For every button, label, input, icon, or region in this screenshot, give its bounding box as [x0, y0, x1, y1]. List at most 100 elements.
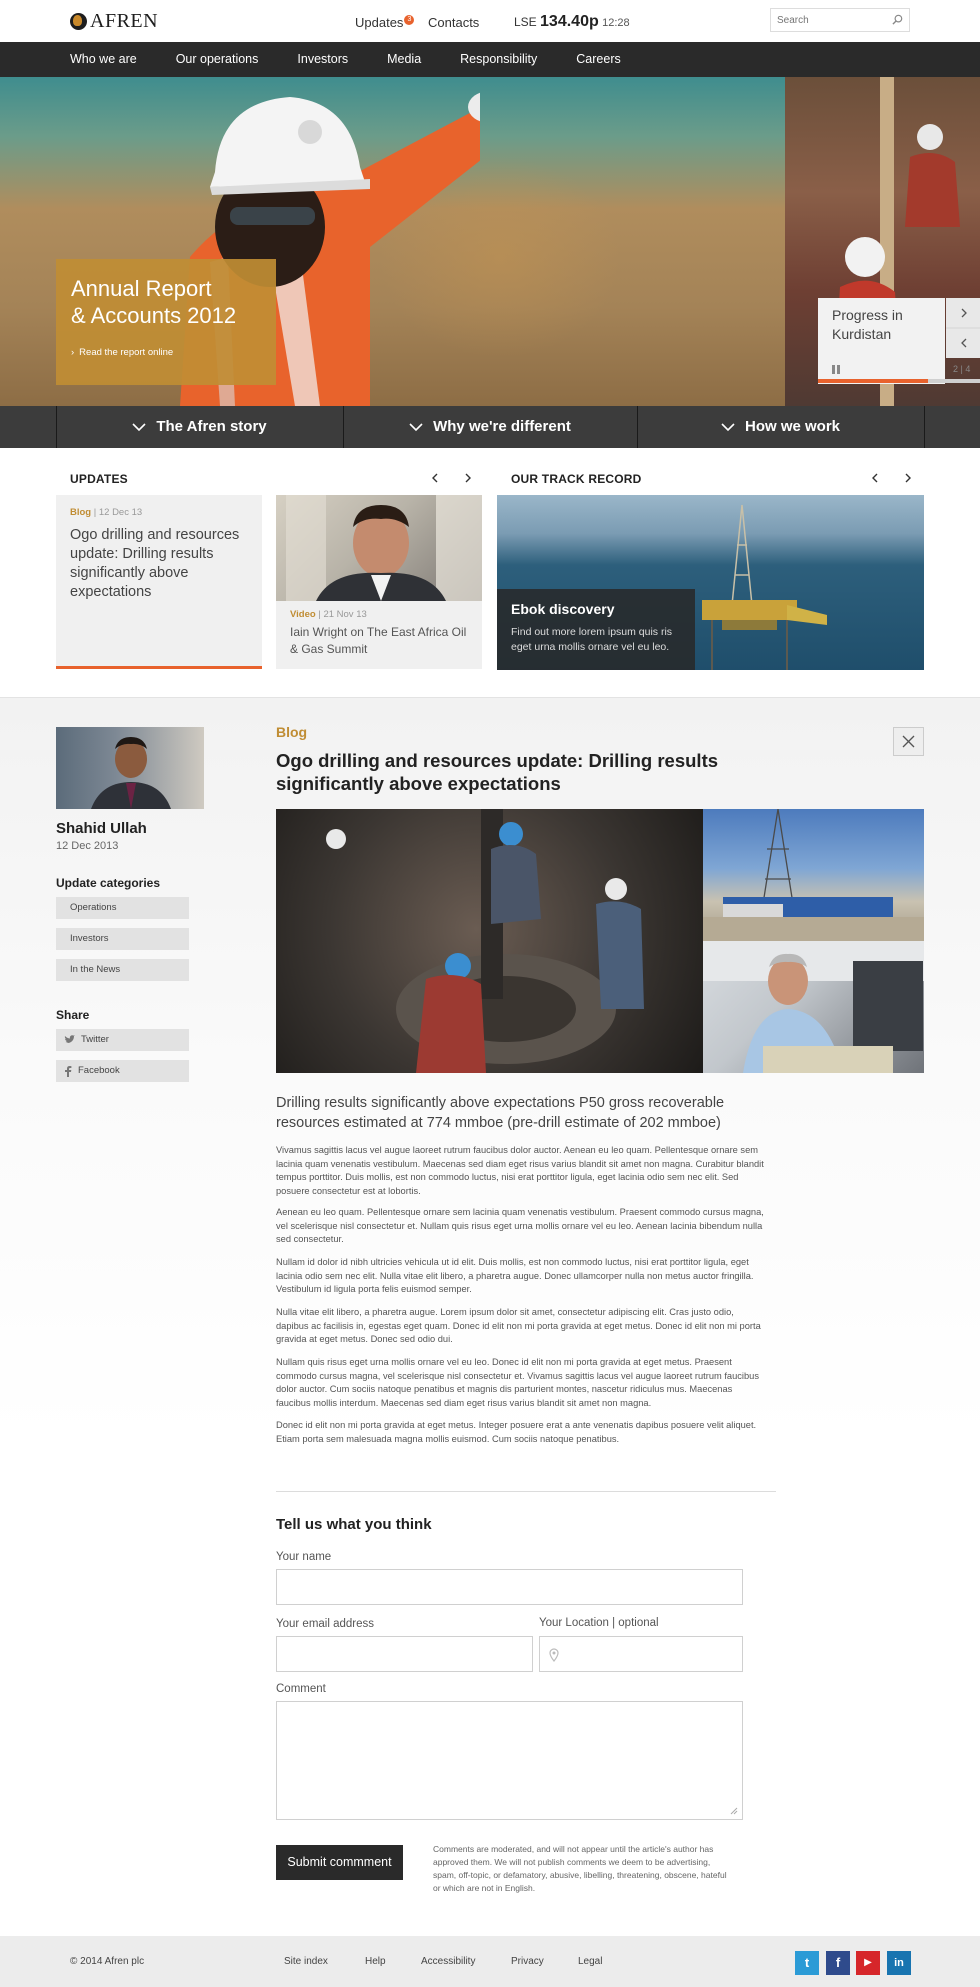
- share-twitter-button[interactable]: Twitter: [56, 1029, 189, 1051]
- article-lead: Drilling results significantly above exp…: [276, 1095, 725, 1131]
- email-field[interactable]: [276, 1636, 533, 1672]
- nav-item-investors[interactable]: Investors: [297, 42, 348, 77]
- nav-item-our-operations[interactable]: Our operations: [176, 42, 259, 77]
- track-next-button[interactable]: [901, 471, 915, 485]
- footer-link-site-index[interactable]: Site index: [284, 1956, 328, 1967]
- twitter-icon: [64, 1035, 75, 1043]
- next-slide-button[interactable]: [958, 306, 970, 318]
- chevron-right-icon: [905, 473, 911, 483]
- category-investors[interactable]: Investors: [56, 928, 189, 950]
- nav-item-media[interactable]: Media: [387, 42, 421, 77]
- track-record-title: Ebok discovery: [511, 601, 615, 617]
- updates-next-button[interactable]: [461, 471, 475, 485]
- slide-progress-bar: [818, 379, 980, 383]
- avatar: [56, 727, 204, 809]
- linkedin-icon[interactable]: in: [887, 1951, 911, 1975]
- facebook-icon[interactable]: f: [826, 1951, 850, 1975]
- update-categories-heading: Update categories: [56, 876, 161, 890]
- chevron-right-icon: [465, 473, 471, 483]
- article-category: Blog: [276, 724, 308, 740]
- search-box: [770, 8, 910, 32]
- divider: [276, 1491, 776, 1492]
- nav-item-careers[interactable]: Careers: [576, 42, 620, 77]
- share-facebook-button[interactable]: Facebook: [56, 1060, 189, 1082]
- story-item-why-different[interactable]: Why we're different: [343, 406, 637, 448]
- article-title: Ogo drilling and resources update: Drill…: [276, 750, 719, 794]
- prev-slide-button[interactable]: [958, 336, 970, 348]
- close-button[interactable]: [893, 727, 924, 756]
- main-nav: Who we are Our operations Investors Medi…: [0, 42, 980, 77]
- footer-link-legal[interactable]: Legal: [578, 1956, 602, 1967]
- track-record-card[interactable]: Ebok discovery Find out more lorem ipsum…: [497, 495, 924, 670]
- pause-icon[interactable]: [832, 365, 840, 374]
- article-main-image: [276, 809, 703, 1073]
- track-prev-button[interactable]: [868, 471, 882, 485]
- nav-item-who-we-are[interactable]: Who we are: [70, 42, 137, 77]
- chevron-right-icon: ›: [71, 347, 75, 358]
- article-paragraph: Donec id elit non mi porta gravida at eg…: [276, 1420, 757, 1444]
- chevron-down-icon: [132, 422, 146, 431]
- facebook-icon: [65, 1066, 72, 1077]
- slide-counter: 2 | 4: [953, 364, 971, 374]
- footer-link-privacy[interactable]: Privacy: [511, 1956, 544, 1967]
- comment-label: Comment: [276, 1683, 326, 1695]
- story-item-how-we-work[interactable]: How we work: [637, 406, 924, 448]
- search-input[interactable]: [771, 9, 881, 31]
- hero-feature-card[interactable]: Annual Report & Accounts 2012 › Read the …: [56, 259, 276, 385]
- read-report-link[interactable]: › Read the report online: [71, 347, 261, 358]
- twitter-icon[interactable]: t: [795, 1951, 819, 1975]
- footer-link-accessibility[interactable]: Accessibility: [421, 1956, 475, 1967]
- email-label: Your email address: [276, 1618, 375, 1630]
- article-paragraph: Nulla vitae elit libero, a pharetra augu…: [276, 1307, 761, 1344]
- article-paragraph: Vivamus sagittis lacus vel augue laoreet…: [276, 1145, 764, 1196]
- footer-link-help[interactable]: Help: [365, 1956, 386, 1967]
- chevron-down-icon: [721, 422, 735, 431]
- updates-link[interactable]: Updates 3: [355, 15, 415, 30]
- resize-handle-icon[interactable]: [730, 1807, 738, 1815]
- chevron-down-icon: [409, 422, 423, 431]
- article-paragraph: Aenean eu leo quam. Pellentesque ornare …: [276, 1207, 764, 1244]
- close-icon: [902, 735, 915, 748]
- update-card-blog[interactable]: Blog | 12 Dec 13 Ogo drilling and resour…: [56, 495, 262, 669]
- moderation-disclaimer: Comments are moderated, and will not app…: [433, 1844, 727, 1893]
- contacts-link[interactable]: Contacts: [428, 15, 479, 30]
- location-pin-icon: [549, 1648, 559, 1662]
- hero-title: Annual Report & Accounts 2012: [71, 276, 237, 328]
- logo[interactable]: AFREN: [70, 10, 158, 32]
- card-tag: Blog | 12 Dec 13: [70, 507, 143, 518]
- chevron-left-icon: [432, 473, 438, 483]
- chevron-left-icon: [872, 473, 878, 483]
- story-item-afren-story[interactable]: The Afren story: [56, 406, 343, 448]
- card-title: Ogo drilling and resources update: Drill…: [70, 527, 240, 600]
- chevron-right-icon: [961, 308, 967, 318]
- search-icon[interactable]: [892, 14, 903, 25]
- updates-count-badge: 3: [404, 15, 415, 25]
- nav-item-responsibility[interactable]: Responsibility: [460, 42, 537, 77]
- category-in-the-news[interactable]: In the News: [56, 959, 189, 981]
- share-price: LSE 134.40p 12:28: [514, 13, 630, 30]
- card-title: Iain Wright on The East Africa Oil & Gas…: [290, 625, 467, 656]
- updates-heading: UPDATES: [70, 472, 128, 486]
- location-field[interactable]: [539, 1636, 743, 1672]
- article-paragraph: Nullam quis risus eget urna mollis ornar…: [276, 1357, 759, 1408]
- update-card-video[interactable]: Video | 21 Nov 13 Iain Wright on The Eas…: [276, 495, 482, 669]
- comment-field[interactable]: [276, 1701, 743, 1820]
- video-thumbnail: [276, 495, 482, 601]
- updates-prev-button[interactable]: [428, 471, 442, 485]
- category-operations[interactable]: Operations: [56, 897, 189, 919]
- article-office-image: [703, 941, 924, 1073]
- name-field[interactable]: [276, 1569, 743, 1605]
- article-paragraph: Nullam id dolor id nibh ultricies vehicu…: [276, 1257, 754, 1294]
- share-price-time: 12:28: [602, 17, 630, 29]
- card-tag: Video | 21 Nov 13: [290, 609, 367, 620]
- chevron-left-icon: [961, 338, 967, 348]
- youtube-icon[interactable]: ▶: [856, 1951, 880, 1975]
- submit-comment-button[interactable]: Submit commment: [276, 1845, 403, 1880]
- name-label: Your name: [276, 1551, 332, 1563]
- copyright: © 2014 Afren plc: [70, 1956, 145, 1967]
- track-record-subtitle: Find out more lorem ipsum quis ris eget …: [511, 626, 673, 653]
- author-name: Shahid Ullah: [56, 820, 147, 837]
- comment-form-heading: Tell us what you think: [276, 1516, 432, 1533]
- slide-title: Progress in Kurdistan: [832, 307, 903, 342]
- slide-progress-fill: [818, 379, 929, 383]
